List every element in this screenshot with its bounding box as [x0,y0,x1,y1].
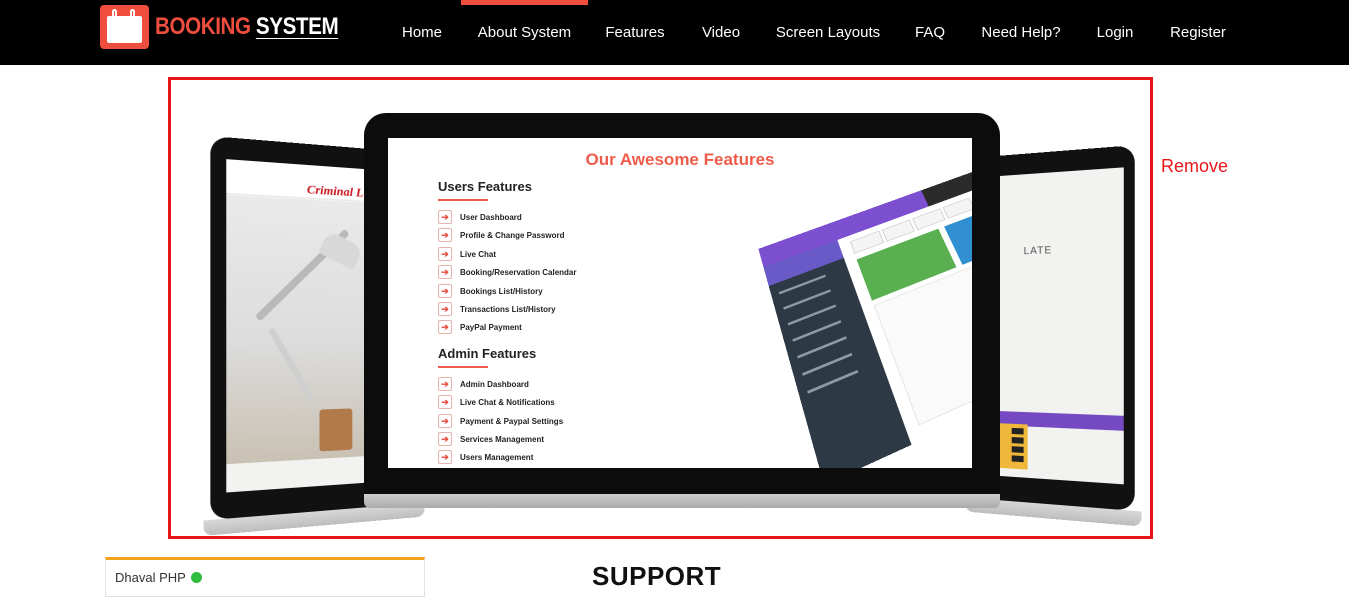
nav-features[interactable]: Features [598,0,672,65]
feature-item: ➔ Profile & Change Password [438,228,564,242]
features-heading: Our Awesome Features [585,150,775,169]
nav-register[interactable]: Register [1160,0,1236,65]
nav-about-system[interactable]: About System [461,0,588,65]
nav-home[interactable]: Home [392,0,452,65]
live-chat-widget[interactable]: Dhaval PHP [105,557,425,597]
arrow-right-icon: ➔ [438,377,452,391]
admin-dashboard-mockup [758,156,972,468]
left-screen-script-text: Criminal L [306,181,364,200]
arrow-right-icon: ➔ [438,432,452,446]
feature-item: ➔ Payment & Paypal Settings [438,414,563,428]
online-status-icon [190,572,202,583]
top-navbar: BOOKING SYSTEM Home About System Feature… [0,0,1349,65]
nav-faq[interactable]: FAQ [906,0,954,65]
feature-item: ➔ User Dashboard [438,210,522,224]
feature-item: ➔ Bookings List/History [438,284,543,298]
laptop-base [364,494,1000,508]
logo-text: BOOKING SYSTEM [155,13,339,41]
admin-features-heading: Admin Features [438,346,537,361]
arrow-right-icon: ➔ [438,284,452,298]
feature-item: ➔ Transactions List/History [438,302,556,316]
users-features-heading: Users Features [438,179,532,194]
support-heading: SUPPORT [592,561,722,591]
feature-item: ➔ Live Chat [438,247,496,261]
arrow-right-icon: ➔ [438,247,452,261]
arrow-right-icon: ➔ [438,450,452,464]
laptop-screen: Our Awesome Features Users Features ➔ Use… [388,138,972,468]
remove-slide-link[interactable]: Remove [1161,156,1228,177]
arrow-right-icon: ➔ [438,210,452,224]
feature-item: ➔ Users Management [438,450,533,464]
arrow-right-icon: ➔ [438,302,452,316]
feature-item: ➔ Booking/Reservation Calendar [438,265,576,279]
arrow-right-icon: ➔ [438,414,452,428]
feature-item: ➔ Live Chat & Notifications [438,395,555,409]
nav-screen-layouts[interactable]: Screen Layouts [768,0,888,65]
arrow-right-icon: ➔ [438,320,452,334]
feature-item: ➔ Services Management [438,432,544,446]
nav-login[interactable]: Login [1088,0,1142,65]
logo-word-system: SYSTEM [255,13,339,40]
chat-agent: Dhaval PHP [115,570,202,585]
arrow-right-icon: ➔ [438,265,452,279]
arrow-right-icon: ➔ [438,395,452,409]
feature-item: ➔ Admin Dashboard [438,377,529,391]
nav-need-help[interactable]: Need Help? [973,0,1069,65]
feature-slider: Criminal L LATE Our Awesome Features Use… [168,77,1153,539]
logo-word-booking: BOOKING [155,13,251,40]
right-screen-title: LATE [1023,244,1053,258]
site-logo[interactable]: BOOKING SYSTEM [100,5,368,49]
nav-video[interactable]: Video [693,0,749,65]
arrow-right-icon: ➔ [438,228,452,242]
main-laptop-mockup: Our Awesome Features Users Features ➔ Use… [364,113,1000,500]
chat-agent-name: Dhaval PHP [115,570,186,585]
calendar-icon [100,5,149,49]
feature-item: ➔ PayPal Payment [438,320,522,334]
